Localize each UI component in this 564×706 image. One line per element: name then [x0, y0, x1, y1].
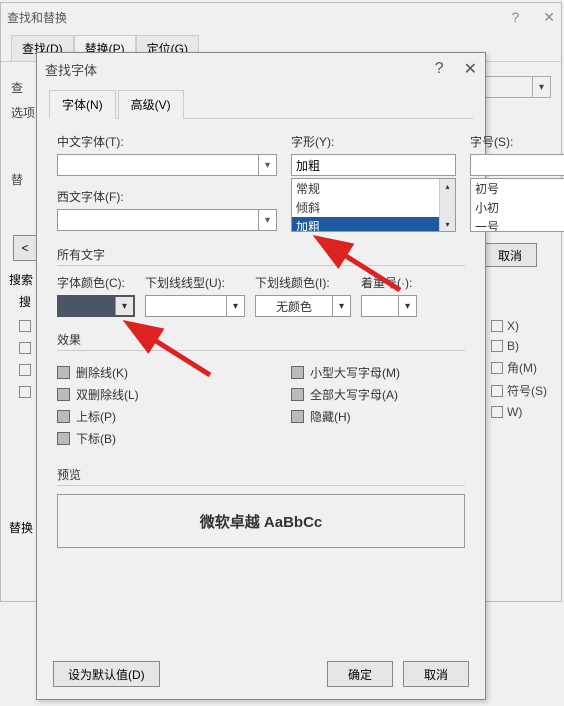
checkbox[interactable] [491, 340, 503, 352]
list-item[interactable]: 倾斜 [292, 198, 455, 217]
label-style: 字形(Y): [291, 133, 456, 150]
label-replace: 替 [11, 171, 37, 188]
label-size: 字号(S): [470, 133, 564, 150]
style-listbox[interactable]: 常规 倾斜 加粗 ▴▾ [291, 178, 456, 232]
checkbox-strikethrough[interactable] [57, 366, 70, 379]
list-item[interactable]: 初号 [471, 179, 564, 198]
en-font-combo[interactable]: ▾ [57, 209, 277, 231]
checkbox[interactable] [19, 386, 31, 398]
size-input[interactable] [471, 155, 564, 175]
style-input-combo[interactable] [291, 154, 456, 176]
underline-type-combo[interactable]: ▾ [145, 295, 245, 317]
font-dialog: 查找字体 ? ✕ 字体(N) 高级(V) 中文字体(T): ▾ 西文字体(F):… [36, 52, 486, 700]
font-color-combo[interactable]: ▾ [57, 295, 135, 317]
help-icon[interactable]: ? [511, 9, 519, 25]
help-icon[interactable]: ? [435, 60, 444, 78]
size-input-combo[interactable] [470, 154, 564, 176]
cn-font-input[interactable] [58, 155, 258, 175]
font-dialog-title: 查找字体 [45, 60, 97, 79]
scrollbar[interactable]: ▴▾ [439, 179, 455, 231]
close-icon[interactable]: ✕ [543, 9, 555, 26]
checkbox-smallcaps[interactable] [291, 366, 304, 379]
chevron-down-icon[interactable]: ▾ [258, 210, 276, 230]
list-item[interactable]: 一号 [471, 217, 564, 232]
cn-font-combo[interactable]: ▾ [57, 154, 277, 176]
chevron-down-icon[interactable]: ▾ [226, 296, 244, 316]
dropdown-icon[interactable]: ▾ [532, 77, 550, 97]
tab-font[interactable]: 字体(N) [49, 90, 116, 119]
preview-text: 微软卓越 AaBbCc [200, 511, 323, 532]
label-cn-font: 中文字体(T): [57, 133, 277, 150]
outer-cancel-button[interactable]: 取消 [483, 243, 537, 267]
chevron-down-icon[interactable]: ▾ [258, 155, 276, 175]
checkbox[interactable] [491, 385, 503, 397]
ok-button[interactable]: 确定 [327, 661, 393, 687]
section-effects: 效果 [57, 331, 465, 351]
checkbox[interactable] [491, 406, 503, 418]
chevron-down-icon[interactable]: ▾ [332, 296, 350, 316]
label-underline-type: 下划线线型(U): [145, 274, 245, 291]
chevron-down-icon[interactable]: ▾ [398, 296, 416, 316]
en-font-input[interactable] [58, 210, 258, 230]
section-all-text: 所有文字 [57, 246, 465, 266]
label-search: 搜索 [9, 271, 33, 288]
set-default-button[interactable]: 设为默认值(D) [53, 661, 160, 687]
checkbox[interactable] [19, 364, 31, 376]
label-en-font: 西文字体(F): [57, 188, 277, 205]
list-item[interactable]: 小初 [471, 198, 564, 217]
outer-right-options: X) B) 角(M) 符号(S) W) [491, 313, 547, 425]
outer-title: 查找和替换 [7, 9, 67, 26]
chevron-down-icon[interactable]: ▾ [115, 297, 133, 315]
label-underline-color: 下划线颜色(I): [255, 274, 351, 291]
checkbox-hidden[interactable] [291, 410, 304, 423]
checkbox[interactable] [19, 342, 31, 354]
checkbox-double-strike[interactable] [57, 388, 70, 401]
checkbox-superscript[interactable] [57, 410, 70, 423]
outer-titlebar: 查找和替换 ? ✕ [1, 3, 561, 31]
label-font-color: 字体颜色(C): [57, 274, 135, 291]
checkbox[interactable] [491, 320, 503, 332]
checkbox[interactable] [491, 362, 503, 374]
label-find: 查 [11, 79, 37, 96]
label-repl2: 替换 [9, 519, 33, 536]
size-listbox[interactable]: 初号 小初 一号 ▴▾ [470, 178, 564, 232]
close-icon[interactable]: ✕ [464, 59, 477, 79]
collapse-button[interactable]: < [13, 235, 37, 261]
underline-color-combo[interactable]: 无颜色▾ [255, 295, 351, 317]
list-item[interactable]: 常规 [292, 179, 455, 198]
section-preview: 预览 [57, 466, 465, 486]
cancel-button[interactable]: 取消 [403, 661, 469, 687]
style-input[interactable] [292, 155, 455, 175]
label-sub: 搜 [19, 293, 31, 310]
list-item-selected[interactable]: 加粗 [292, 217, 455, 232]
checkbox-allcaps[interactable] [291, 388, 304, 401]
preview-box: 微软卓越 AaBbCc [57, 494, 465, 548]
checkbox[interactable] [19, 320, 31, 332]
tab-advanced[interactable]: 高级(V) [118, 90, 184, 119]
checkbox-subscript[interactable] [57, 432, 70, 445]
label-emphasis: 着重号(·): [361, 274, 417, 291]
emphasis-combo[interactable]: ▾ [361, 295, 417, 317]
